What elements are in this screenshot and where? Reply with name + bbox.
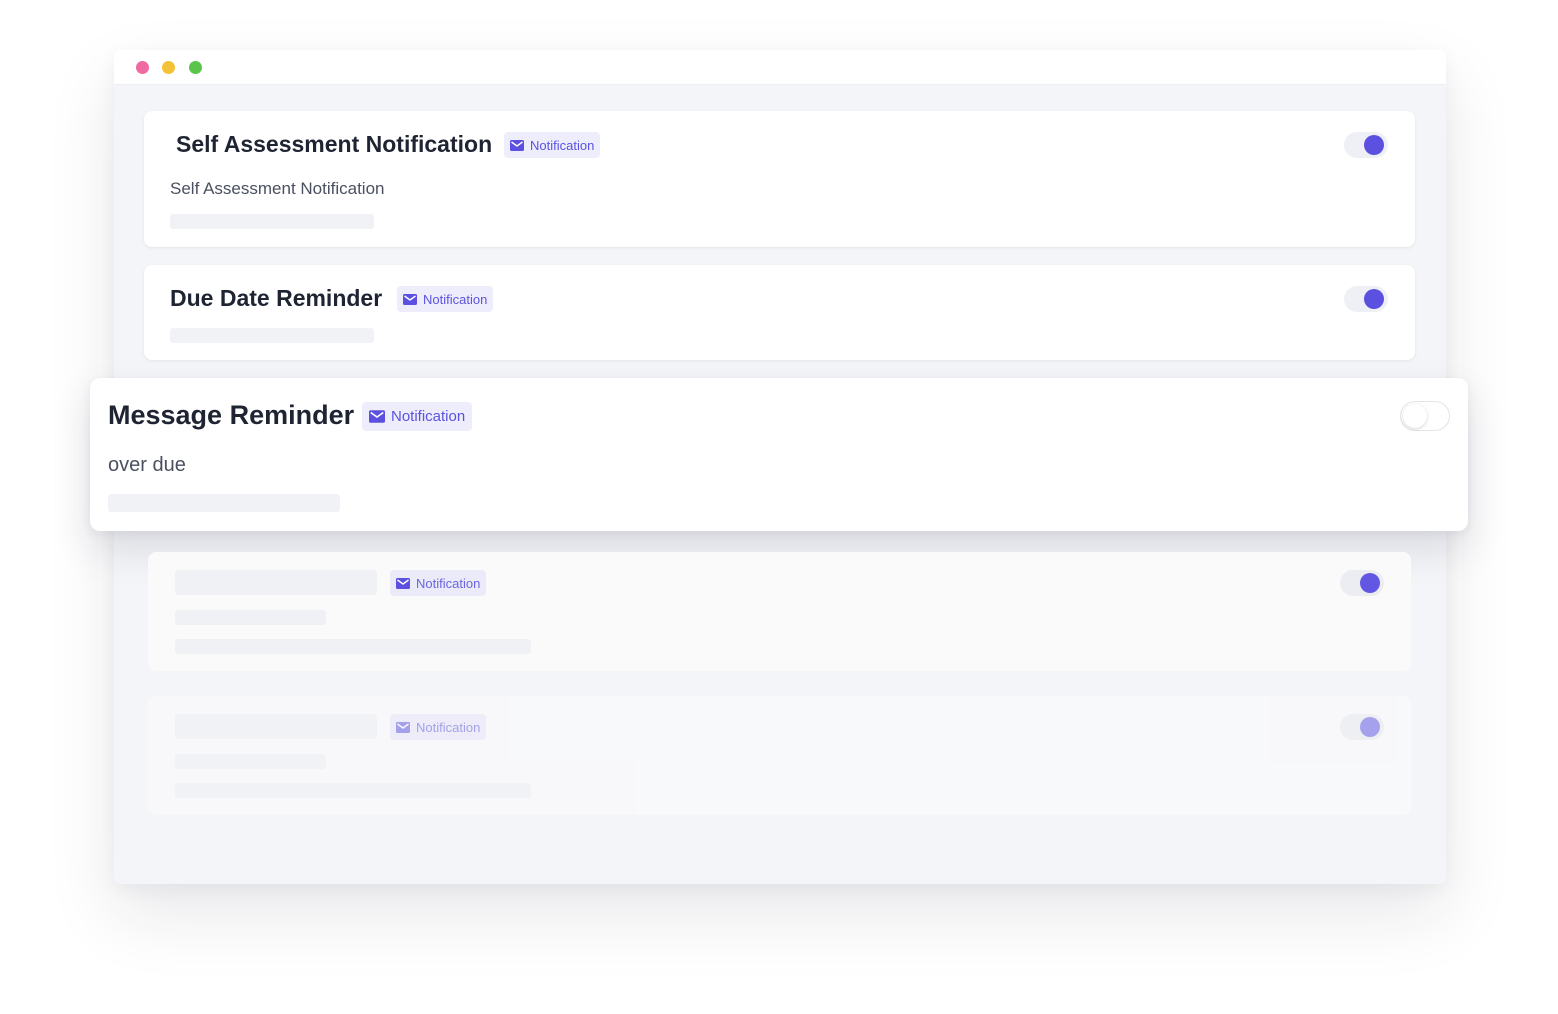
mail-icon [403,293,417,305]
placeholder-bar [170,214,374,229]
card-description: over due [108,454,186,476]
badge-label: Notification [530,137,595,153]
notification-card-skeleton-faded: Notification [148,696,1411,815]
notification-badge: Notification [362,402,473,431]
card-title: Due Date Reminder [170,285,383,311]
badge-label: Notification [416,575,481,591]
placeholder-bar [170,328,374,343]
card-title: Self Assessment Notification [176,131,493,157]
notification-card-message-reminder: Message Reminder Notification over due [90,378,1468,531]
card-description: Self Assessment Notification [170,179,385,198]
notification-card-skeleton: Notification [148,552,1411,671]
close-window-dot[interactable] [136,61,149,74]
card-title: Message Reminder [108,400,355,430]
mail-icon [396,721,410,733]
badge-label: Notification [423,291,488,307]
badge-label: Notification [416,719,481,735]
window-titlebar [114,50,1446,85]
mail-icon [396,577,410,589]
notification-badge: Notification [390,570,487,596]
maximize-window-dot[interactable] [189,61,202,74]
mail-icon [369,410,385,423]
enable-toggle[interactable] [1344,132,1388,158]
enable-toggle[interactable] [1400,401,1450,431]
toggle-knob [1403,404,1427,428]
notification-badge: Notification [397,286,494,312]
placeholder-bar [175,610,326,625]
enable-toggle[interactable] [1340,570,1384,596]
minimize-window-dot[interactable] [162,61,175,74]
toggle-knob [1360,573,1380,593]
toggle-knob [1360,717,1380,737]
notification-badge: Notification [390,714,487,740]
mail-icon [510,139,524,151]
placeholder-bar [175,639,531,654]
title-placeholder [175,570,377,595]
placeholder-bar [175,754,326,769]
notification-badge: Notification [504,132,601,158]
title-placeholder [175,714,377,739]
placeholder-bar [108,494,340,512]
toggle-knob [1364,135,1384,155]
enable-toggle[interactable] [1340,714,1384,740]
badge-label: Notification [391,408,466,425]
notification-card-due-date: Due Date Reminder Notification [144,265,1415,360]
toggle-knob [1364,289,1384,309]
enable-toggle[interactable] [1344,286,1388,312]
notification-card-self-assessment: Self Assessment Notification Notificatio… [144,111,1415,247]
placeholder-bar [175,783,531,798]
